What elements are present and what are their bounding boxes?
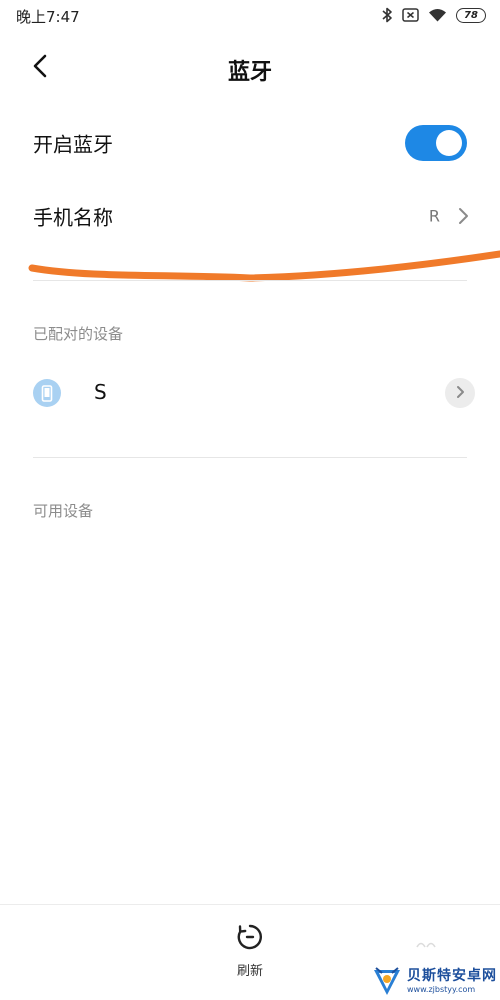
device-detail-button[interactable] — [445, 378, 475, 408]
chevron-right-icon — [455, 384, 465, 403]
device-name-label: 手机名称 — [33, 205, 113, 230]
divider — [33, 280, 467, 281]
refresh-label: 刷新 — [236, 964, 263, 979]
toggle-knob — [436, 130, 462, 156]
device-name-row[interactable]: 手机名称 R — [0, 181, 500, 251]
bluetooth-toggle-row[interactable]: 开启蓝牙 — [0, 108, 500, 178]
status-time: 晚上7:47 — [16, 8, 80, 26]
status-icons: 78 — [382, 7, 486, 23]
device-name-value: R — [428, 206, 440, 226]
divider — [33, 457, 467, 458]
sim-off-icon — [402, 8, 419, 22]
phone-icon — [33, 379, 61, 407]
paired-device-row[interactable]: S — [0, 362, 500, 424]
bluetooth-toggle-label: 开启蓝牙 — [33, 132, 113, 157]
available-devices-header: 可用设备 — [33, 502, 94, 520]
refresh-button[interactable]: 刷新 — [220, 923, 280, 987]
paired-devices-header: 已配对的设备 — [33, 325, 124, 343]
watermark-logo-icon — [370, 964, 404, 998]
paired-device-name: S — [94, 380, 107, 404]
more-icon[interactable] — [414, 938, 440, 950]
bluetooth-settings-screen: 晚上7:47 78 蓝牙 开启蓝牙 手机名称 R 已配对的设备 S 可用设备 刷… — [0, 0, 500, 1000]
watermark-url: www.zjbstyy.com — [407, 984, 476, 994]
status-bar: 晚上7:47 78 — [0, 0, 500, 32]
watermark: 贝斯特安卓网 www.zjbstyy.com — [370, 962, 500, 1000]
battery-icon: 78 — [456, 7, 486, 23]
refresh-icon — [236, 923, 264, 955]
bluetooth-toggle-switch[interactable] — [405, 125, 467, 161]
page-title: 蓝牙 — [227, 60, 272, 85]
bluetooth-icon — [382, 7, 393, 23]
watermark-name: 贝斯特安卓网 — [407, 967, 497, 984]
title-bar: 蓝牙 — [0, 40, 500, 96]
watermark-text: 贝斯特安卓网 www.zjbstyy.com — [407, 969, 497, 994]
chevron-right-icon — [456, 207, 470, 225]
wifi-icon — [428, 8, 447, 22]
